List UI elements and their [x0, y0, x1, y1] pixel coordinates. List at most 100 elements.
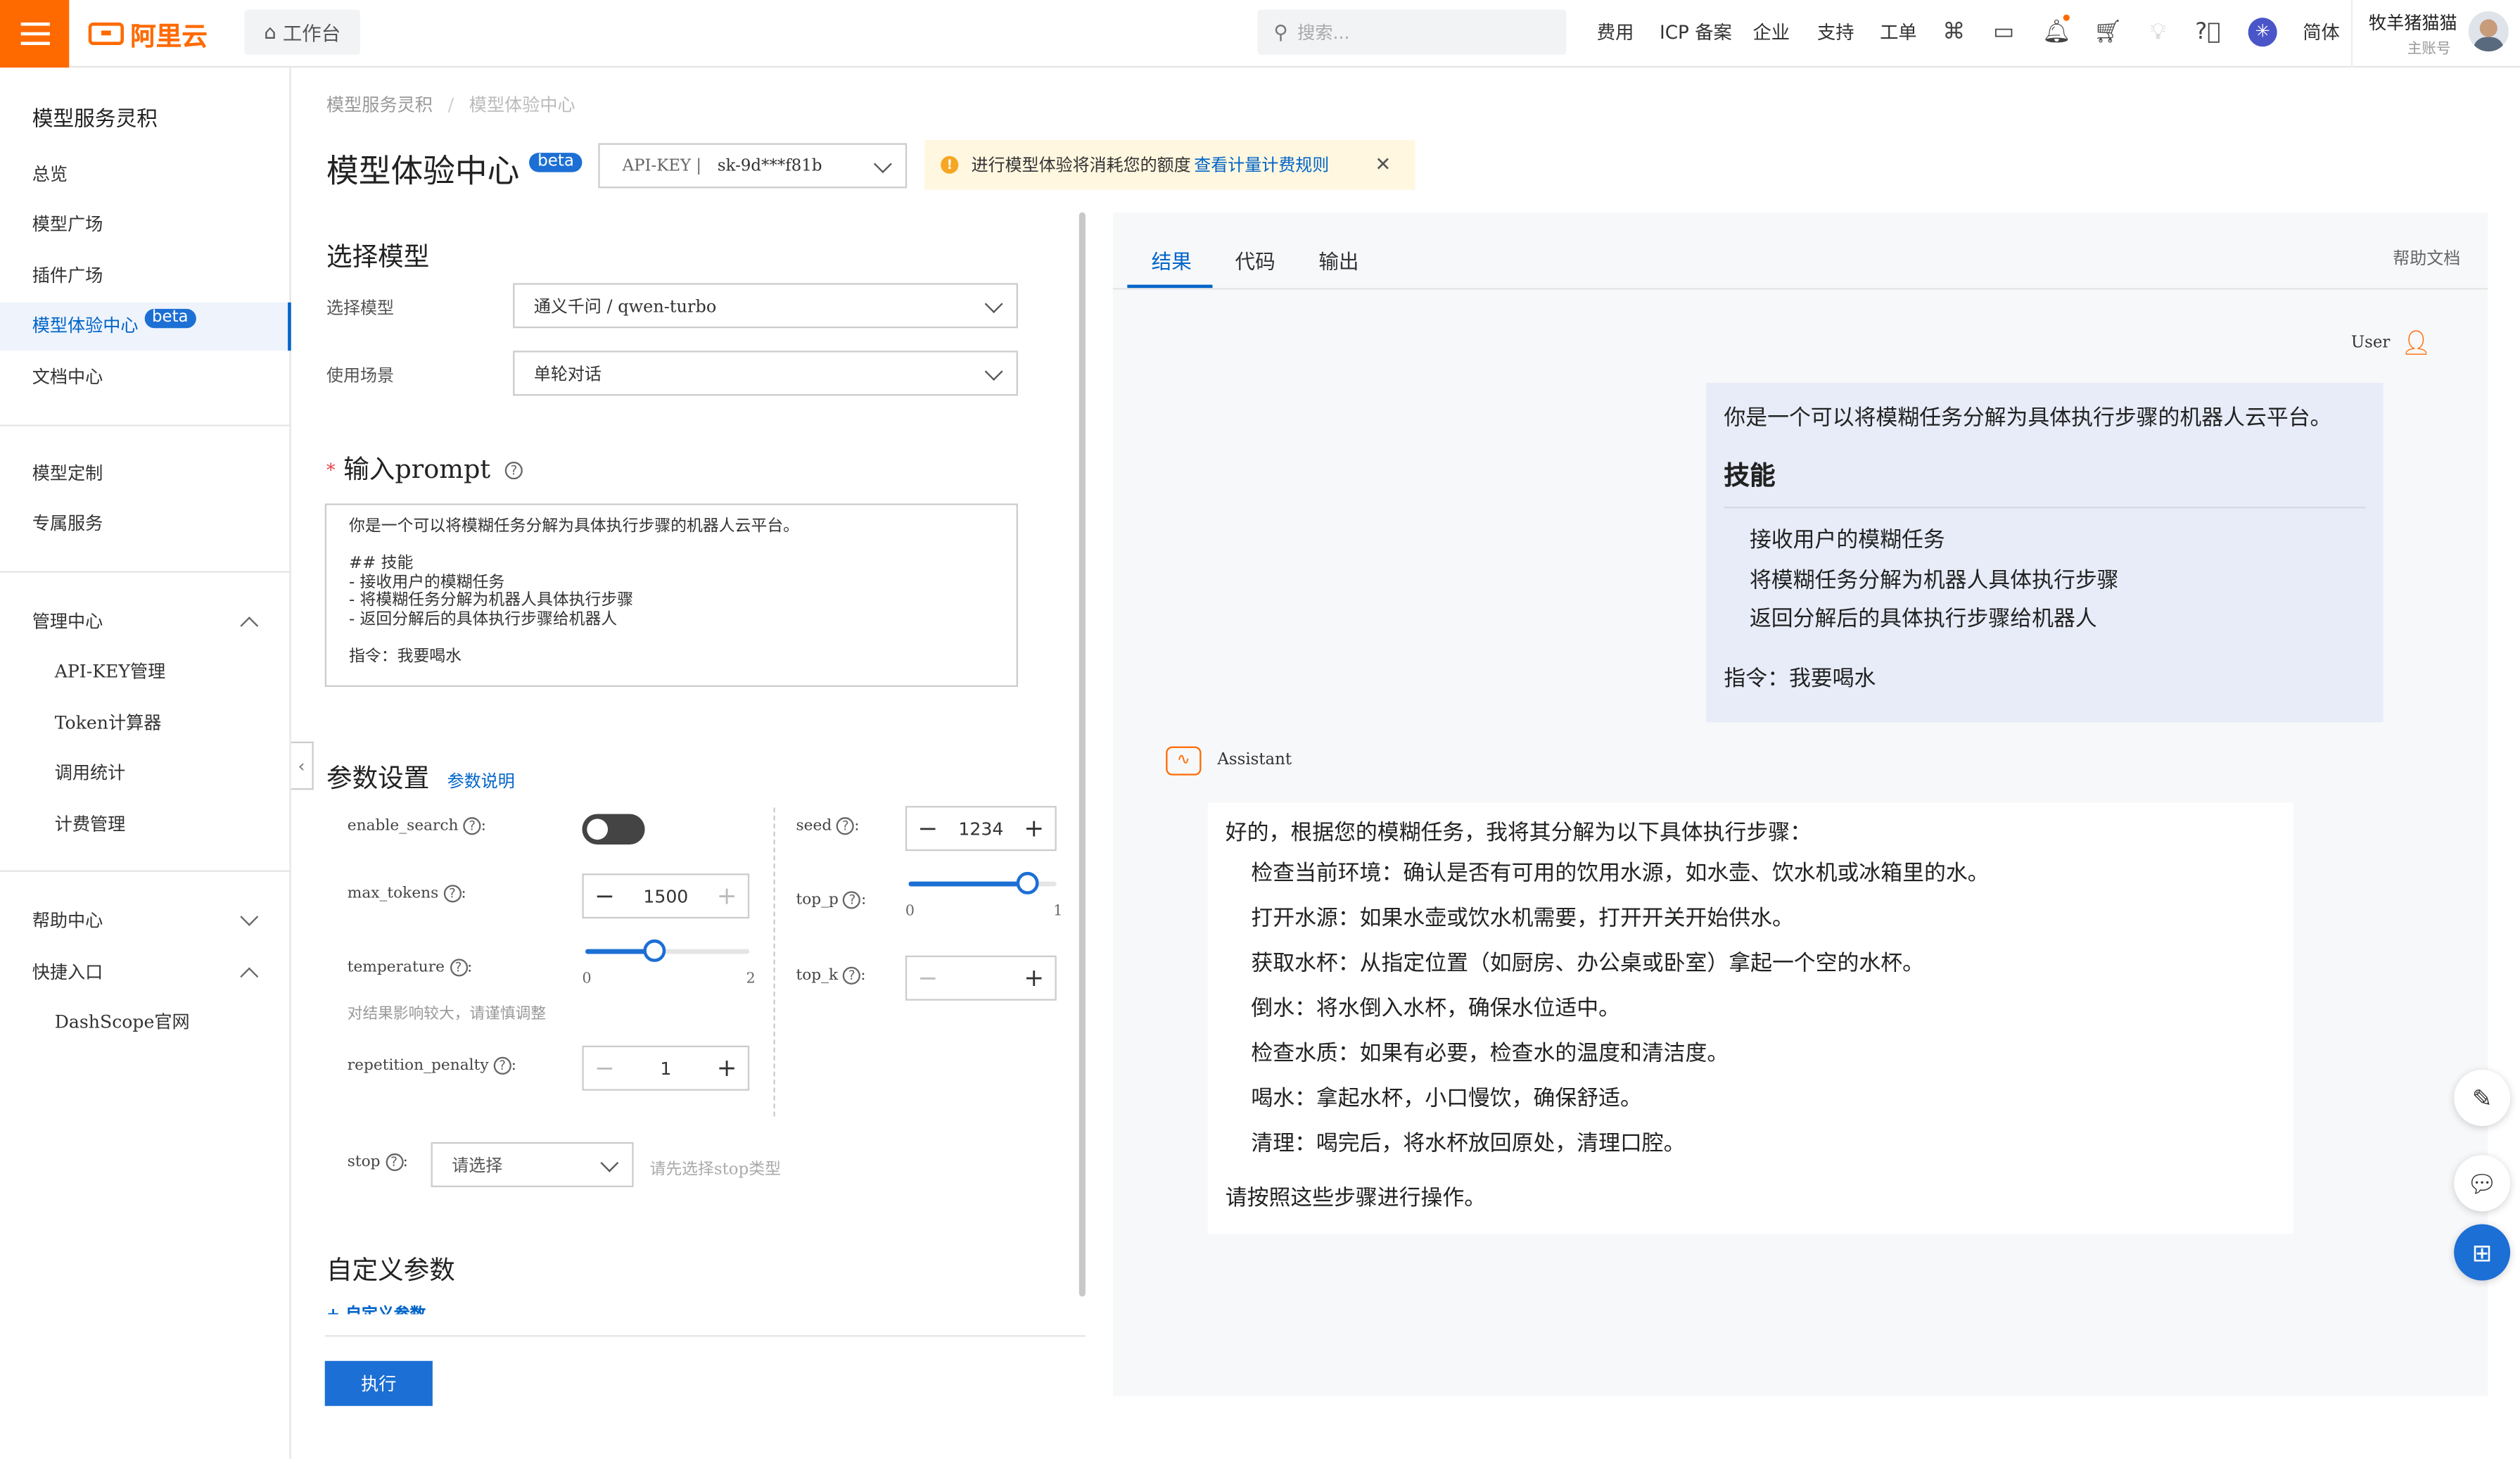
sidebar-group-help[interactable]: 帮助中心: [0, 897, 291, 946]
sidebar-group-manage[interactable]: 管理中心: [0, 598, 291, 647]
model-select[interactable]: 通义千问 / qwen-turbo: [513, 283, 1018, 329]
temperature-hint: 对结果影响较大，请谨慎调整: [347, 1005, 547, 1023]
slider-handle[interactable]: [644, 939, 667, 962]
sidebar-item-plugin-square[interactable]: 插件广场: [0, 253, 291, 301]
language-switch[interactable]: 简体: [2303, 19, 2340, 45]
billing-rules-link[interactable]: 查看计量计费规则: [1194, 153, 1329, 177]
sidebar-item-model-square[interactable]: 模型广场: [0, 201, 291, 250]
temperature-min: 0: [582, 971, 592, 988]
apps-fab[interactable]: ⊞: [2454, 1224, 2511, 1281]
cart-icon[interactable]: 🛒︎: [2094, 19, 2123, 45]
avatar[interactable]: [2468, 11, 2509, 52]
ai-assistant-icon[interactable]: ✳: [2248, 18, 2277, 47]
help-icon[interactable]: ?: [843, 891, 862, 909]
sidebar: 模型服务灵积 总览 模型广场 插件广场 模型体验中心 beta 文档中心 模型定…: [0, 68, 291, 1460]
stop-select[interactable]: 请选择: [431, 1141, 634, 1187]
user-menu[interactable]: 牧羊猪猫猫 主账号: [2350, 0, 2520, 68]
divider: [0, 424, 291, 426]
breadcrumb-root[interactable]: 模型服务灵积: [326, 95, 433, 116]
nav-ticket[interactable]: 工单: [1880, 19, 1917, 45]
scene-label: 使用场景: [326, 367, 395, 386]
quota-notice: ! 进行模型体验将消耗您的额度 查看计量计费规则 ✕: [924, 139, 1415, 190]
help-doc-link[interactable]: 帮助文档: [2393, 246, 2460, 270]
logo-text: 阿里云: [130, 20, 208, 52]
nav-fees[interactable]: 费用: [1597, 19, 1634, 45]
plus-icon[interactable]: +: [706, 882, 747, 911]
slider-handle[interactable]: [1015, 871, 1038, 894]
minus-icon[interactable]: −: [584, 882, 625, 911]
plus-icon[interactable]: +: [706, 1054, 747, 1082]
help-icon[interactable]: ?: [463, 817, 481, 835]
temperature-label: temperature ?:: [347, 959, 473, 977]
sidebar-item-token-calc[interactable]: Token计算器: [0, 700, 291, 748]
help-icon[interactable]: ?: [493, 1056, 511, 1075]
max-tokens-value[interactable]: 1500: [625, 885, 706, 906]
prompt-textarea[interactable]: 你是一个可以将模糊任务分解为具体执行步骤的机器人云平台。 ## 技能 - 接收用…: [324, 503, 1018, 688]
seed-value[interactable]: 1234: [949, 818, 1013, 839]
collapse-sidebar-button[interactable]: ‹: [291, 741, 314, 790]
sidebar-item-dashscope[interactable]: DashScope官网: [0, 999, 291, 1047]
top-k-stepper[interactable]: − +: [905, 955, 1057, 1001]
feedback-fab[interactable]: 💬︎: [2454, 1155, 2511, 1212]
tab-output[interactable]: 输出: [1318, 244, 1358, 274]
sidebar-group-quick[interactable]: 快捷入口: [0, 949, 291, 998]
sidebar-item-overview[interactable]: 总览: [0, 151, 291, 200]
scrollbar[interactable]: [1078, 212, 1086, 1297]
minus-icon[interactable]: −: [907, 814, 948, 843]
prompt-line: - 接收用户的模糊任务: [349, 573, 505, 592]
sidebar-item-dedicated[interactable]: 专属服务: [0, 500, 291, 549]
help-icon[interactable]: ?: [385, 1153, 403, 1172]
user-list-item: 将模糊任务分解为机器人具体执行步骤: [1749, 567, 2119, 593]
minus-icon[interactable]: −: [584, 1054, 625, 1082]
edit-fab[interactable]: ✎: [2454, 1070, 2511, 1127]
menu-button[interactable]: [0, 0, 70, 68]
apikey-select[interactable]: API-KEY | sk-9d***f81b: [598, 143, 908, 189]
close-icon[interactable]: ✕: [1375, 153, 1391, 175]
assistant-outro: 请按照这些步骤进行操作。: [1225, 1185, 1487, 1212]
repetition-penalty-stepper[interactable]: − 1 +: [582, 1045, 750, 1091]
add-custom-param-button[interactable]: + 自定义参数: [326, 1300, 1082, 1314]
nav-icp[interactable]: ICP 备案: [1660, 19, 1732, 45]
plus-icon[interactable]: +: [1013, 963, 1055, 992]
bell-icon[interactable]: 🔔︎: [2042, 19, 2071, 45]
user-role: 主账号: [2407, 42, 2451, 58]
prompt-line: 你是一个可以将模糊任务分解为具体执行步骤的机器人云平台。: [349, 518, 800, 536]
help-icon[interactable]: ?: [443, 885, 462, 903]
sidebar-item-docs[interactable]: 文档中心: [0, 354, 291, 403]
help-icon[interactable]: ?⃝: [2195, 19, 2221, 45]
search-input[interactable]: ⚲ 搜索...: [1257, 9, 1567, 55]
enable-search-toggle[interactable]: [582, 814, 645, 845]
help-icon[interactable]: ?: [449, 959, 468, 977]
repetition-penalty-value[interactable]: 1: [625, 1058, 706, 1079]
plus-icon[interactable]: +: [1013, 814, 1055, 843]
nav-support[interactable]: 支持: [1817, 19, 1854, 45]
nav-enterprise[interactable]: 企业: [1753, 19, 1790, 45]
minus-icon[interactable]: −: [907, 963, 948, 992]
aliyun-logo[interactable]: 阿里云: [88, 16, 208, 52]
temperature-slider[interactable]: [585, 939, 750, 962]
model-value: 通义千问 / qwen-turbo: [533, 296, 717, 317]
help-icon[interactable]: ?: [836, 817, 855, 835]
help-icon[interactable]: ?: [843, 966, 861, 985]
scene-select[interactable]: 单轮对话: [513, 350, 1018, 396]
params-doc-link[interactable]: 参数说明: [447, 772, 515, 791]
help-icon[interactable]: ?: [504, 462, 523, 480]
sidebar-item-billing[interactable]: 计费管理: [0, 801, 291, 849]
run-button[interactable]: 执行: [324, 1360, 433, 1406]
sidebar-item-apikey[interactable]: API-KEY管理: [0, 648, 291, 697]
params-section-title: 参数设置 参数说明: [326, 756, 515, 795]
workbench-button[interactable]: ⌂ 工作台: [244, 9, 361, 55]
tab-result[interactable]: 结果: [1152, 244, 1192, 274]
lightbulb-icon[interactable]: 💡︎: [2145, 19, 2171, 45]
sidebar-item-model-experience[interactable]: 模型体验中心 beta: [0, 302, 291, 351]
max-tokens-stepper[interactable]: − 1500 +: [582, 873, 750, 919]
terminal-icon[interactable]: ▭: [1991, 19, 2017, 45]
tab-code[interactable]: 代码: [1235, 244, 1275, 274]
sidebar-item-model-custom[interactable]: 模型定制: [0, 450, 291, 499]
seed-stepper[interactable]: − 1234 +: [905, 806, 1057, 852]
code-icon[interactable]: ⌘: [1941, 19, 1967, 45]
group-label: 管理中心: [32, 611, 103, 633]
params-title: 参数设置: [326, 762, 430, 793]
sidebar-item-usage-stats[interactable]: 调用统计: [0, 750, 291, 798]
top-p-slider[interactable]: [908, 871, 1057, 894]
